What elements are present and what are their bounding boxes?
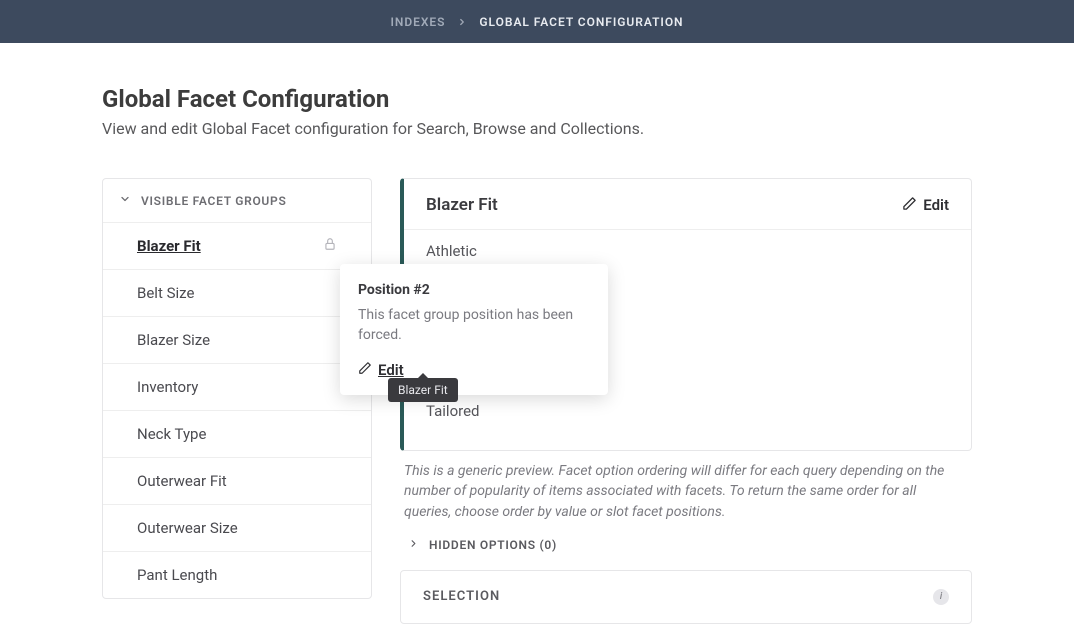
breadcrumb: INDEXES GLOBAL FACET CONFIGURATION — [390, 15, 683, 29]
edit-label: Edit — [923, 196, 949, 214]
pencil-icon — [358, 361, 372, 379]
sidebar-item-blazer-size[interactable]: Blazer Size — [103, 316, 371, 363]
facet-detail-title: Blazer Fit — [426, 195, 498, 215]
sidebar-item-label: Neck Type — [137, 425, 206, 443]
selection-title: SELECTION — [423, 589, 500, 604]
info-icon[interactable]: i — [933, 589, 949, 605]
hidden-options-toggle[interactable]: HIDDEN OPTIONS (0) — [400, 524, 972, 552]
sidebar-item-blazer-fit[interactable]: Blazer Fit — [103, 222, 371, 269]
sidebar-item-inventory[interactable]: Inventory — [103, 363, 371, 410]
position-popover: Position #2 This facet group position ha… — [340, 264, 608, 395]
pencil-icon — [902, 196, 917, 215]
sidebar-item-label: Blazer Fit — [137, 237, 201, 255]
top-bar: INDEXES GLOBAL FACET CONFIGURATION — [0, 0, 1074, 43]
sidebar-item-label: Blazer Size — [137, 331, 210, 349]
page-title: Global Facet Configuration — [102, 85, 972, 113]
chevron-down-icon — [119, 193, 131, 208]
visible-facet-groups-header[interactable]: VISIBLE FACET GROUPS — [103, 179, 371, 222]
popover-edit-button[interactable]: Edit — [358, 361, 590, 379]
sidebar-item-outerwear-size[interactable]: Outerwear Size — [103, 504, 371, 551]
sidebar-item-neck-type[interactable]: Neck Type — [103, 410, 371, 457]
preview-note: This is a generic preview. Facet option … — [400, 451, 972, 524]
sidebar-item-label: Inventory — [137, 378, 198, 396]
sidebar-item-label: Outerwear Fit — [137, 472, 227, 490]
popover-body: This facet group position has been force… — [358, 306, 590, 345]
sidebar-item-outerwear-fit[interactable]: Outerwear Fit — [103, 457, 371, 504]
popover-title: Position #2 — [358, 282, 590, 298]
hidden-options-label: HIDDEN OPTIONS (0) — [429, 538, 557, 552]
sidebar-item-label: Pant Length — [137, 566, 217, 584]
sidebar-item-belt-size[interactable]: Belt Size — [103, 269, 371, 316]
visible-facet-groups-panel: VISIBLE FACET GROUPS Blazer Fit Belt Siz… — [102, 178, 372, 599]
sidebar-item-label: Outerwear Size — [137, 519, 238, 537]
chevron-right-icon — [408, 538, 419, 552]
page-subtitle: View and edit Global Facet configuration… — [102, 119, 972, 138]
visible-facet-groups-label: VISIBLE FACET GROUPS — [141, 194, 287, 208]
sidebar-item-pant-length[interactable]: Pant Length — [103, 551, 371, 598]
edit-facet-button[interactable]: Edit — [902, 196, 949, 215]
breadcrumb-parent[interactable]: INDEXES — [390, 15, 445, 29]
breadcrumb-current: GLOBAL FACET CONFIGURATION — [479, 15, 683, 29]
sidebar-item-label: Belt Size — [137, 284, 194, 302]
lock-icon — [323, 237, 337, 255]
selection-card: SELECTION i — [400, 570, 972, 624]
popover-edit-label: Edit — [378, 361, 404, 379]
chevron-right-icon — [457, 17, 467, 27]
facet-group-list: Blazer Fit Belt Size Blazer Size Invento… — [103, 222, 371, 598]
tooltip: Blazer Fit — [388, 378, 458, 402]
facet-detail-column: Blazer Fit Edit Athletic Tailored This — [400, 178, 972, 624]
